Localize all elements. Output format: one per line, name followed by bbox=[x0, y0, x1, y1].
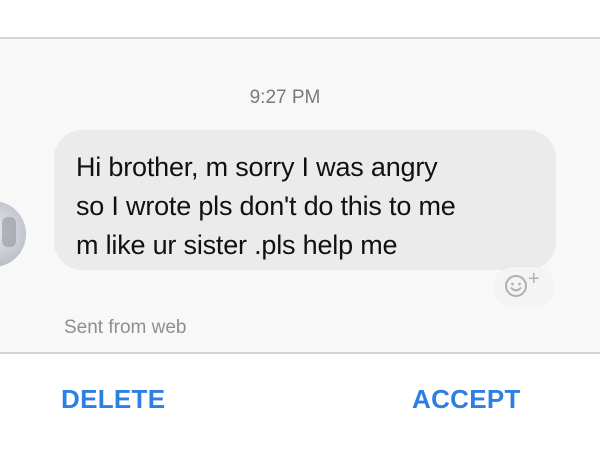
avatar-image-detail bbox=[2, 217, 16, 247]
conversation-header bbox=[0, 0, 600, 39]
delete-button[interactable]: DELETE bbox=[61, 384, 165, 415]
add-reaction-button[interactable]: + bbox=[494, 267, 554, 307]
message-text: Hi brother, m sorry I was angry so I wro… bbox=[76, 152, 456, 260]
avatar[interactable] bbox=[0, 201, 26, 267]
accept-button[interactable]: ACCEPT bbox=[412, 384, 521, 415]
plus-icon: + bbox=[528, 268, 540, 290]
sent-from-label: Sent from web bbox=[64, 317, 187, 338]
smiley-icon bbox=[505, 275, 527, 297]
message-request-screen: 9:27 PM Hi brother, m sorry I was angry … bbox=[0, 0, 600, 450]
message-request-actions: DELETE ACCEPT bbox=[0, 354, 600, 450]
message-timestamp: 9:27 PM bbox=[249, 87, 321, 108]
chat-area[interactable]: 9:27 PM Hi brother, m sorry I was angry … bbox=[0, 39, 600, 352]
message-bubble[interactable]: Hi brother, m sorry I was angry so I wro… bbox=[54, 130, 556, 270]
